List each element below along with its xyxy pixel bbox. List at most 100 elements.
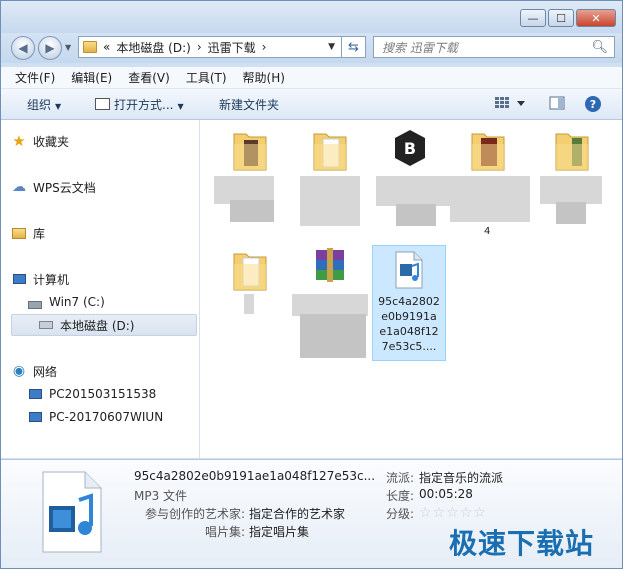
organize-label: 组织 <box>27 98 52 112</box>
genre-value[interactable]: 指定音乐的流派 <box>419 469 503 486</box>
breadcrumb-separator[interactable]: › <box>197 40 202 54</box>
organize-button[interactable]: 组织 ▼ <box>27 96 61 113</box>
sidebar-item-label: PC-20170607WIUN <box>49 410 164 424</box>
preview-pane-button[interactable] <box>549 95 565 114</box>
star-icon[interactable]: ☆ <box>433 505 446 521</box>
explorer-window: — ☐ ✕ ◀ ▶ ▼ « 本地磁盘 (D:) › 迅雷下载 › ▼ ⇆ 搜索 … <box>0 0 623 569</box>
sidebar-item-label: 计算机 <box>33 272 70 287</box>
file-item[interactable] <box>292 246 372 362</box>
cloud-icon: ☁ <box>12 179 26 195</box>
sidebar-item-label: Win7 (C:) <box>49 295 105 309</box>
sidebar-item-drive-d[interactable]: 本地磁盘 (D:) <box>11 314 197 336</box>
file-item[interactable] <box>298 126 372 236</box>
file-list: B 4 95c4a2802 e0b9191a e1a048f12 7e53c5.… <box>200 120 622 458</box>
sidebar-item-network[interactable]: ◉ 网络 <box>11 360 195 382</box>
star-icon[interactable]: ☆ <box>446 505 459 521</box>
maximize-button[interactable]: ☐ <box>548 9 574 27</box>
album-value[interactable]: 指定唱片集 <box>249 523 309 540</box>
menu-bar: 文件(F) 编辑(E) 查看(V) 工具(T) 帮助(H) <box>1 67 622 89</box>
svg-text:B: B <box>404 139 416 158</box>
svg-text:?: ? <box>590 98 596 111</box>
breadcrumb-xunlei[interactable]: 迅雷下载 <box>208 39 256 56</box>
file-name-line: e0b9191a <box>381 310 437 323</box>
arrow-left-icon: ◀ <box>18 41 28 55</box>
file-item[interactable] <box>218 246 292 346</box>
rating-stars[interactable]: ☆ ☆ ☆ ☆ ☆ <box>419 505 487 521</box>
help-icon: ? <box>585 96 601 112</box>
refresh-icon: ⇆ <box>348 39 359 55</box>
library-icon <box>11 226 27 240</box>
folder-icon <box>555 133 589 171</box>
app-icon: B <box>395 130 425 166</box>
audio-file-icon <box>395 251 423 289</box>
folder-icon <box>471 133 505 171</box>
archive-icon <box>316 248 344 282</box>
star-icon[interactable]: ☆ <box>419 505 432 521</box>
search-input[interactable]: 搜索 迅雷下载 <box>382 39 591 56</box>
open-with-label: 打开方式... <box>114 98 174 112</box>
details-pane: 95c4a2802e0b9191ae1a048f127e53c... MP3 文… <box>1 459 622 568</box>
breadcrumb-separator[interactable]: › <box>262 40 267 54</box>
sidebar-item-label: 库 <box>33 226 46 241</box>
network-icon: ◉ <box>12 363 26 379</box>
selected-file-item[interactable]: 95c4a2802 e0b9191a e1a048f12 7e53c5.... <box>372 245 446 361</box>
menu-help[interactable]: 帮助(H) <box>243 69 285 86</box>
file-item[interactable]: B <box>376 126 452 236</box>
search-icon[interactable]: 🔍︎ <box>591 40 608 55</box>
menu-file[interactable]: 文件(F) <box>15 69 55 86</box>
sidebar-item-label: 网络 <box>33 364 58 379</box>
mp3-file-icon <box>42 471 102 553</box>
folder-icon <box>83 41 97 53</box>
preview-pane-icon <box>549 96 565 110</box>
command-bar: 组织 ▼ 打开方式... ▼ 新建文件夹 ? <box>1 89 622 120</box>
new-folder-button[interactable]: 新建文件夹 <box>219 96 279 113</box>
file-name-line: 95c4a2802 <box>378 295 440 308</box>
breadcrumb-drive-d[interactable]: 本地磁盘 (D:) <box>116 39 190 56</box>
chevron-down-icon: ▼ <box>55 102 62 111</box>
menu-edit[interactable]: 编辑(E) <box>71 69 112 86</box>
breadcrumb-overflow[interactable]: « <box>103 40 110 54</box>
navigation-bar: ◀ ▶ ▼ « 本地磁盘 (D:) › 迅雷下载 › ▼ ⇆ 搜索 迅雷下载 🔍… <box>1 33 622 63</box>
menu-tools[interactable]: 工具(T) <box>186 69 227 86</box>
folder-icon <box>313 133 347 171</box>
star-icon[interactable]: ☆ <box>460 505 473 521</box>
sidebar-item-label: WPS云文档 <box>33 180 96 195</box>
open-with-icon <box>95 98 110 110</box>
file-item[interactable] <box>540 126 614 236</box>
file-name-line: e1a048f12 <box>379 325 439 338</box>
minimize-button[interactable]: — <box>520 9 546 27</box>
sidebar-item-drive-c[interactable]: Win7 (C:) <box>27 291 195 313</box>
refresh-button[interactable]: ⇆ <box>342 36 366 58</box>
sidebar-item-favorites[interactable]: ★ 收藏夹 <box>11 130 195 152</box>
length-value: 00:05:28 <box>419 487 473 501</box>
sidebar-item-label: 收藏夹 <box>33 134 70 149</box>
sidebar-item-wps[interactable]: ☁ WPS云文档 <box>11 176 195 198</box>
detail-file-name: 95c4a2802e0b9191ae1a048f127e53c... <box>134 469 376 483</box>
file-item[interactable]: 4 <box>450 126 530 237</box>
open-with-button[interactable]: 打开方式... ▼ <box>95 96 184 113</box>
chevron-down-icon[interactable]: ▼ <box>328 42 335 52</box>
length-label: 长度: <box>386 489 415 503</box>
selected-file-name: 95c4a2802 e0b9191a e1a048f12 7e53c5.... <box>373 294 445 354</box>
artists-value[interactable]: 指定合作的艺术家 <box>249 505 345 522</box>
back-button[interactable]: ◀ <box>11 36 35 60</box>
forward-button[interactable]: ▶ <box>38 36 62 60</box>
sidebar-item-computer[interactable]: 计算机 <box>11 268 195 290</box>
sidebar-item-pc1[interactable]: PC201503151538 <box>27 383 195 405</box>
sidebar-item-pc2[interactable]: PC-20170607WIUN <box>27 406 195 428</box>
help-button[interactable]: ? <box>584 95 602 116</box>
view-options-button[interactable] <box>495 95 525 114</box>
recent-pages-dropdown[interactable]: ▼ <box>65 43 71 52</box>
menu-view[interactable]: 查看(V) <box>128 69 170 86</box>
file-item[interactable] <box>214 126 292 236</box>
close-button[interactable]: ✕ <box>576 9 616 27</box>
sidebar-item-library[interactable]: 库 <box>11 222 195 244</box>
star-icon[interactable]: ☆ <box>473 505 486 521</box>
file-label-partial: 4 <box>484 226 491 237</box>
address-bar[interactable]: « 本地磁盘 (D:) › 迅雷下载 › ▼ <box>78 36 342 58</box>
title-bar[interactable]: — ☐ ✕ <box>1 1 622 33</box>
sidebar-item-label: PC201503151538 <box>49 387 157 401</box>
search-box[interactable]: 搜索 迅雷下载 🔍︎ <box>373 36 615 58</box>
rating-label: 分级: <box>386 507 415 521</box>
system-drive-icon <box>27 295 43 309</box>
